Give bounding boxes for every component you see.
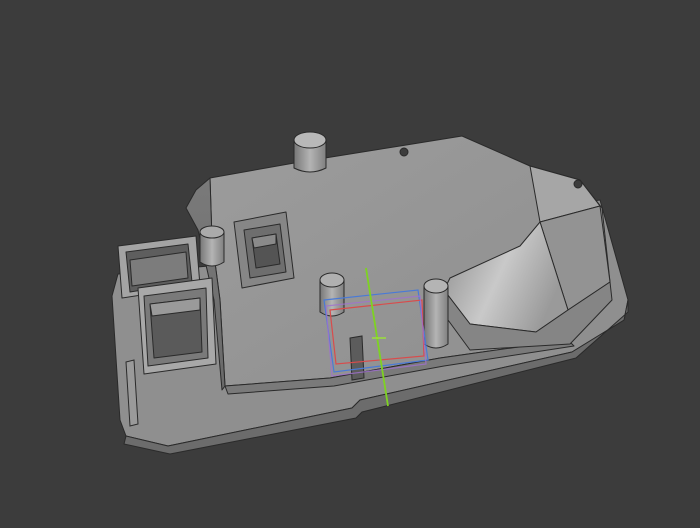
cad-model-render[interactable] (0, 0, 700, 528)
left-pin-boss (199, 225, 225, 267)
right-pin-boss (423, 278, 449, 349)
top-window-pocket (233, 211, 295, 289)
top-cylinder-boss (293, 131, 327, 173)
3d-viewport[interactable] (0, 0, 700, 528)
